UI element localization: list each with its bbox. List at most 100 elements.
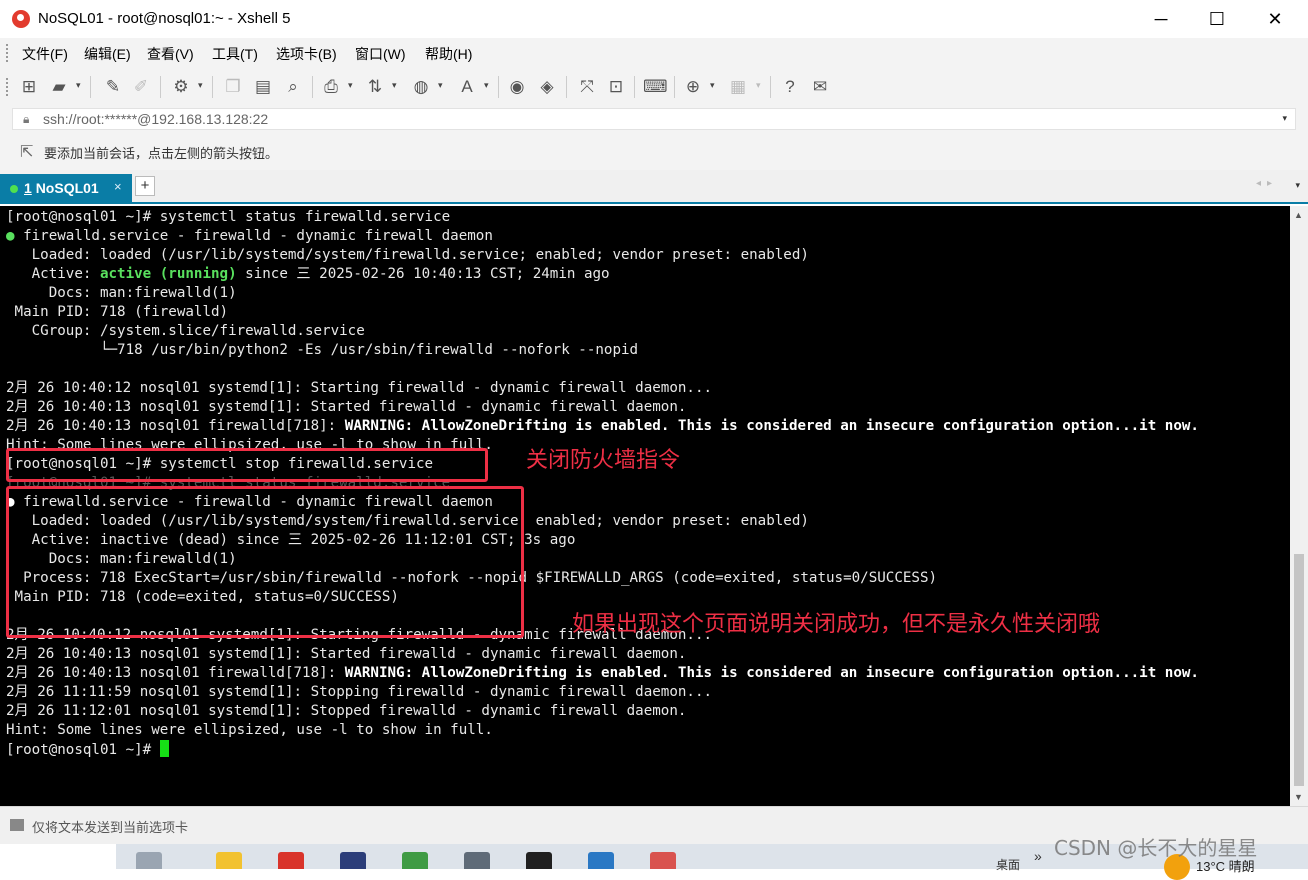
terminal-line: └─718 /usr/bin/python2 -Es /usr/sbin/fir… xyxy=(6,342,639,358)
close-button[interactable]: ✕ xyxy=(1252,4,1298,34)
layout-icon[interactable]: ▦ xyxy=(727,77,749,97)
terminal-line: Loaded: loaded (/usr/lib/systemd/system/… xyxy=(6,247,809,263)
desktop-label[interactable]: 桌面 xyxy=(996,856,1020,873)
tab-list-dropdown-icon[interactable]: ▾ xyxy=(1295,180,1300,191)
terminal-cursor xyxy=(159,740,169,757)
csdn-watermark: CSDN @长不大的星星 xyxy=(1054,836,1258,860)
tab-close-icon[interactable]: × xyxy=(114,179,122,194)
chrome-icon[interactable] xyxy=(402,852,428,869)
menu-file[interactable]: 文件(F) xyxy=(22,44,68,64)
menu-tabs[interactable]: 选项卡(B) xyxy=(276,44,337,64)
properties-dropdown-icon[interactable]: ▾ xyxy=(198,80,203,91)
compose-bar-text[interactable]: 仅将文本发送到当前选项卡 xyxy=(32,817,188,836)
properties-icon[interactable]: ⚙ xyxy=(170,77,192,97)
add-tab-dropdown-icon[interactable]: ▾ xyxy=(710,80,715,91)
paste-icon[interactable]: ▤ xyxy=(252,77,274,97)
keyboard-icon[interactable]: ⌨ xyxy=(643,77,668,97)
session-hint-bar: ⇱ 要添加当前会话，点击左侧的箭头按钮。 xyxy=(0,132,1308,170)
file-explorer-icon[interactable] xyxy=(216,852,242,869)
scroll-down-icon[interactable]: ▼ xyxy=(1294,792,1303,802)
layout-dropdown-icon[interactable]: ▾ xyxy=(756,80,761,91)
session-hint-text: 要添加当前会话，点击左侧的箭头按钮。 xyxy=(44,146,279,161)
transfer-dropdown-icon[interactable]: ▾ xyxy=(392,80,397,91)
minimize-button[interactable]: ─ xyxy=(1138,4,1184,34)
tab-nosql01[interactable]: 1 NoSQL01 × xyxy=(0,174,132,204)
tab-name: NoSQL01 xyxy=(35,180,99,196)
new-session-icon[interactable]: ⊞ xyxy=(18,77,40,97)
print-dropdown-icon[interactable]: ▾ xyxy=(348,80,353,91)
terminal-line: ● firewalld.service - firewalld - dynami… xyxy=(6,228,493,244)
menu-window[interactable]: 窗口(W) xyxy=(355,44,406,64)
xftp-icon[interactable]: ◉ xyxy=(506,77,528,97)
terminal-line: 2月 26 10:40:13 nosql01 systemd[1]: Start… xyxy=(6,399,687,415)
lock-icon: 🔒︎ xyxy=(23,112,30,126)
globe-dropdown-icon[interactable]: ▾ xyxy=(438,80,443,91)
toolbar-separator xyxy=(160,76,161,98)
arrow-icon[interactable]: ⇱ xyxy=(20,142,33,162)
find-icon[interactable]: ⌕ xyxy=(282,77,304,97)
menu-bar: 文件(F) 编辑(E) 查看(V) 工具(T) 选项卡(B) 窗口(W) 帮助(… xyxy=(0,38,1308,68)
settings-icon[interactable] xyxy=(464,852,490,869)
chat-icon[interactable]: ✉ xyxy=(809,77,831,97)
scroll-up-icon[interactable]: ▲ xyxy=(1294,210,1303,220)
reconnect-icon[interactable]: ✎ xyxy=(102,77,124,97)
xshell-logo-icon xyxy=(12,10,30,28)
menu-help[interactable]: 帮助(H) xyxy=(425,44,472,64)
chevron-right-icon[interactable]: » xyxy=(1034,848,1042,864)
open-folder-icon[interactable]: ▰ xyxy=(48,77,70,97)
new-tab-button[interactable]: + xyxy=(135,176,155,196)
toolbar-separator xyxy=(566,76,567,98)
transfer-icon[interactable]: ⇅ xyxy=(364,77,386,97)
window-title: NoSQL01 - root@nosql01:~ - Xshell 5 xyxy=(38,10,291,27)
xshell-taskbar-icon[interactable] xyxy=(650,852,676,869)
menu-view[interactable]: 查看(V) xyxy=(147,44,194,64)
scroll-thumb[interactable] xyxy=(1294,554,1304,786)
task-view-icon[interactable] xyxy=(136,852,162,869)
menu-edit[interactable]: 编辑(E) xyxy=(84,44,131,64)
menu-tools[interactable]: 工具(T) xyxy=(212,44,258,64)
disconnect-icon[interactable]: ✐ xyxy=(130,77,152,97)
fullscreen-icon[interactable]: ⤧ xyxy=(576,77,598,97)
warning-text: WARNING: AllowZoneDrifting is enabled. T… xyxy=(344,665,1199,681)
terminal-line: Active: active (running) since 三 2025-02… xyxy=(6,266,610,282)
annotation-stop-command-label: 关闭防火墙指令 xyxy=(526,448,681,473)
terminal-line: 2月 26 10:40:13 nosql01 firewalld[718]: W… xyxy=(6,665,1199,681)
lock-screen-icon[interactable]: ⊡ xyxy=(605,77,627,97)
terminal-scrollbar[interactable]: ▲ ▼ xyxy=(1290,206,1308,806)
tab-label: 1 NoSQL01 xyxy=(24,180,99,196)
terminal-line: Main PID: 718 (firewalld) xyxy=(6,304,229,320)
compose-icon[interactable] xyxy=(10,819,24,831)
font-icon[interactable]: A xyxy=(456,77,478,97)
maximize-button[interactable]: ☐ xyxy=(1194,4,1240,34)
xmanager-icon[interactable]: ◈ xyxy=(536,77,558,97)
font-dropdown-icon[interactable]: ▾ xyxy=(484,80,489,91)
app-icon[interactable] xyxy=(340,852,366,869)
globe-icon[interactable]: ◍ xyxy=(410,77,432,97)
copy-icon[interactable]: ❐ xyxy=(222,77,244,97)
open-dropdown-icon[interactable]: ▾ xyxy=(76,80,81,91)
active-running-status: active (running) xyxy=(99,266,237,282)
print-icon[interactable]: ⎙ xyxy=(320,77,342,97)
add-tab-icon[interactable]: ⊕ xyxy=(682,77,704,97)
warning-text: WARNING: AllowZoneDrifting is enabled. T… xyxy=(344,418,1199,434)
wps-icon[interactable] xyxy=(278,852,304,869)
address-field[interactable]: 🔒︎ ssh://root:******@192.168.13.128:22 ▾ xyxy=(12,108,1296,130)
annotation-result-note: 如果出现这个页面说明关闭成功，但不是永久性关闭哦 xyxy=(572,612,1101,637)
toolbar-separator xyxy=(212,76,213,98)
address-text: ssh://root:******@192.168.13.128:22 xyxy=(43,111,269,127)
qq-icon[interactable] xyxy=(526,852,552,869)
tab-number: 1 xyxy=(24,180,32,196)
toolbar-separator xyxy=(498,76,499,98)
terminal-line: 2月 26 10:40:13 nosql01 firewalld[718]: W… xyxy=(6,418,1199,434)
help-icon[interactable]: ? xyxy=(779,77,801,97)
vmware-icon[interactable] xyxy=(588,852,614,869)
terminal-lines: [root@nosql01 ~]# systemctl status firew… xyxy=(6,208,1290,759)
toolbar-separator xyxy=(674,76,675,98)
tab-scroll-arrows[interactable]: ◂▸ xyxy=(1256,178,1278,189)
toolbar-separator xyxy=(90,76,91,98)
address-bar: 🔒︎ ssh://root:******@192.168.13.128:22 ▾ xyxy=(0,106,1308,132)
address-dropdown-icon[interactable]: ▾ xyxy=(1282,113,1287,124)
toolbar-grip xyxy=(6,78,9,96)
terminal-prompt[interactable]: [root@nosql01 ~]# xyxy=(6,740,1290,759)
